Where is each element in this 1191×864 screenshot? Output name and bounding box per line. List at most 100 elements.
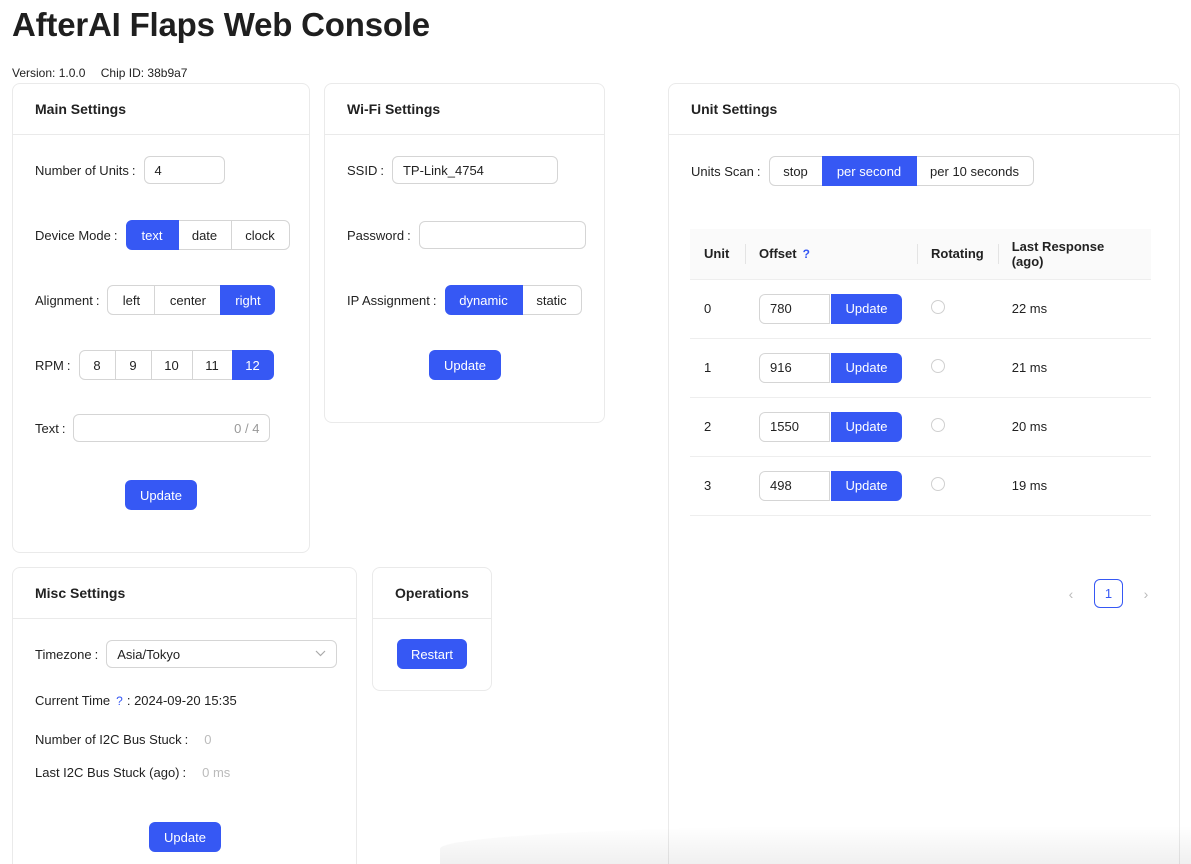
text-label: Text [35,420,59,436]
unit-settings-title: Unit Settings [669,84,1179,135]
text-input[interactable]: 0 / 4 [73,414,271,442]
current-time-value: 2024-09-20 15:35 [134,693,237,708]
operations-title: Operations [373,568,491,619]
unit-cell: 1 [690,338,745,398]
scan-option-stop[interactable]: stop [768,156,823,186]
alignment-row: Alignment: left center right [35,285,276,315]
help-icon[interactable]: ? [803,247,810,261]
password-label: Password [347,227,405,243]
chevron-left-icon[interactable]: ‹ [1059,586,1083,602]
misc-settings-title: Misc Settings [13,568,356,619]
ssid-label: SSID [347,162,378,178]
alignment-option-left[interactable]: left [107,285,156,315]
col-offset: Offset? [745,229,917,280]
operations-card: Operations Restart [372,567,492,691]
timezone-select[interactable]: Asia/Tokyo [106,640,338,668]
offset-update-button[interactable]: Update [831,470,902,501]
last-response-cell: 22 ms [997,279,1151,339]
units-table: Unit Offset? Rotating Last Response (ago… [690,229,1151,516]
col-last-response: Last Response (ago) [997,229,1151,280]
mode-option-text[interactable]: text [125,220,179,250]
chevron-right-icon[interactable]: › [1134,586,1158,602]
ip-label: IP Assignment [347,292,430,308]
text-char-count: 0 / 4 [234,420,260,436]
timezone-label: Timezone [35,646,92,662]
alignment-segmented: left center right [107,285,276,315]
mode-option-date[interactable]: date [177,220,232,250]
pagination: ‹ 1 › [1059,579,1158,608]
main-settings-card: Main Settings Number of Units: 4 Device … [12,83,310,553]
offset-update-button[interactable]: Update [831,352,902,383]
offset-input[interactable]: 1550 [759,411,830,442]
restart-button[interactable]: Restart [397,639,467,669]
rpm-option-11[interactable]: 11 [191,350,233,380]
wifi-settings-title: Wi-Fi Settings [325,84,604,135]
ip-option-static[interactable]: static [521,285,582,315]
last-i2c-row: Last I2C Bus Stuck (ago): 0 ms [35,765,231,780]
last-response-cell: 21 ms [997,338,1151,398]
offset-update-button[interactable]: Update [831,411,902,442]
rpm-option-10[interactable]: 10 [150,350,193,380]
i2c-row: Number of I2C Bus Stuck: 0 [35,732,212,747]
offset-input[interactable]: 498 [759,470,830,501]
page-title: AfterAI Flaps Web Console [12,6,430,43]
offset-input[interactable]: 916 [759,352,830,383]
rotating-indicator [931,477,945,491]
table-row: 1 916 Update 21 ms [690,338,1151,398]
ip-row: IP Assignment: dynamic static [347,285,582,315]
main-update-button[interactable]: Update [125,480,197,510]
units-row: Number of Units: 4 [35,156,225,184]
text-row: Text: 0 / 4 [35,414,271,442]
offset-update-button[interactable]: Update [831,293,902,324]
table-row: 3 498 Update 19 ms [690,456,1151,516]
table-row: 0 780 Update 22 ms [690,279,1151,339]
i2c-value: 0 [204,732,212,747]
mode-option-clock[interactable]: clock [230,220,290,250]
page-button-1[interactable]: 1 [1094,579,1123,608]
i2c-label: Number of I2C Bus Stuck [35,732,182,747]
misc-update-button[interactable]: Update [149,822,221,852]
unit-settings-card: Unit Settings Units Scan: stop per secon… [668,83,1180,864]
version-text: Version: 1.0.0 [12,66,86,80]
mode-label: Device Mode [35,227,111,243]
offset-input[interactable]: 780 [759,293,830,324]
help-icon[interactable]: ? [116,694,123,708]
wifi-update-button[interactable]: Update [429,350,501,380]
scan-segmented: stop per second per 10 seconds [768,156,1034,186]
scan-option-per-second[interactable]: per second [821,156,917,186]
misc-settings-card: Misc Settings Timezone: Asia/Tokyo Curre… [12,567,357,864]
password-row: Password: [347,221,586,249]
rpm-option-8[interactable]: 8 [78,350,116,380]
password-input[interactable] [418,221,586,249]
rpm-option-9[interactable]: 9 [114,350,152,380]
scan-option-per-10-seconds[interactable]: per 10 seconds [915,156,1034,186]
rotating-indicator [931,300,945,314]
ssid-input[interactable]: TP-Link_4754 [391,156,558,184]
main-settings-title: Main Settings [13,84,309,135]
mode-segmented: text date clock [125,220,290,250]
last-i2c-label: Last I2C Bus Stuck (ago) [35,765,180,780]
ssid-row: SSID: TP-Link_4754 [347,156,558,184]
timezone-row: Timezone: Asia/Tokyo [35,640,338,668]
ip-segmented: dynamic static [444,285,582,315]
chevron-down-icon [315,648,326,660]
col-rotating: Rotating [917,229,998,280]
rpm-row: RPM: 8 9 10 11 12 [35,350,274,380]
current-time-row: Current Time?: 2024-09-20 15:35 [35,693,237,708]
alignment-label: Alignment [35,292,93,308]
unit-cell: 3 [690,456,745,516]
units-input[interactable]: 4 [143,156,225,184]
rpm-option-12[interactable]: 12 [231,350,274,380]
rotating-indicator [931,418,945,432]
wifi-settings-card: Wi-Fi Settings SSID: TP-Link_4754 Passwo… [324,83,605,423]
unit-cell: 2 [690,397,745,457]
rpm-label: RPM [35,357,64,373]
alignment-option-center[interactable]: center [154,285,222,315]
col-unit: Unit [690,229,745,280]
table-header-row: Unit Offset? Rotating Last Response (ago… [690,229,1151,280]
ip-option-dynamic[interactable]: dynamic [444,285,523,315]
alignment-option-right[interactable]: right [220,285,276,315]
last-response-cell: 20 ms [997,397,1151,457]
mode-row: Device Mode: text date clock [35,220,290,250]
rotating-indicator [931,359,945,373]
